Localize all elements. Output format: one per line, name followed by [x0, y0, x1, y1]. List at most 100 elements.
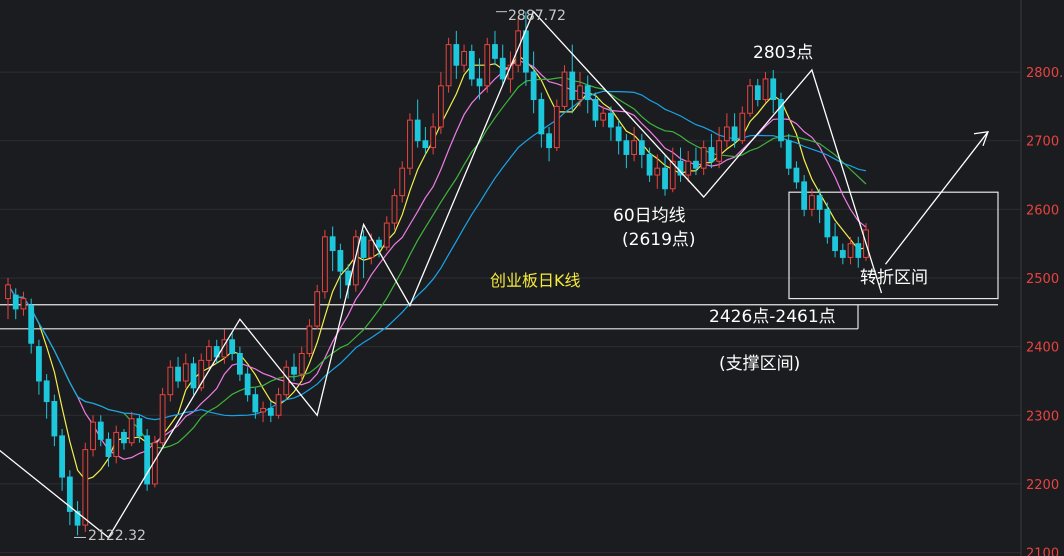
candle-body [793, 167, 800, 183]
candle-body [376, 239, 382, 248]
candle-body [291, 366, 297, 375]
candle-body [832, 236, 838, 252]
candle-body [306, 325, 313, 355]
candle-body [685, 160, 692, 176]
candle-body [59, 435, 66, 478]
candle [561, 65, 568, 110]
candle-body [569, 71, 576, 101]
candle-body [461, 50, 467, 66]
turn-zone-label: 转折区间 [860, 268, 928, 288]
candle [314, 284, 321, 330]
ma60-value: (2619点) [622, 230, 696, 250]
candle-body [608, 112, 614, 128]
candle-body [600, 112, 607, 121]
candle-body [762, 78, 769, 101]
candle-body [236, 353, 243, 375]
candle-body [816, 195, 823, 210]
candle-body [121, 431, 127, 444]
candle-body [175, 366, 181, 382]
candle-body [708, 147, 715, 162]
candle-body [700, 147, 707, 169]
candle-body [229, 339, 236, 355]
candle-body [206, 346, 212, 361]
candle-body [538, 99, 545, 135]
candle-body [561, 71, 568, 107]
candle-body [5, 284, 11, 300]
candle-body [747, 85, 753, 114]
candle-body [391, 195, 398, 224]
candle-body [113, 431, 120, 457]
candle-body [329, 236, 336, 252]
candle-body [839, 250, 846, 258]
candle-body [283, 366, 290, 396]
candle-body [592, 99, 599, 121]
candle-body [453, 44, 460, 66]
candle-body [584, 85, 591, 101]
candle [322, 229, 328, 299]
candle-body [646, 153, 653, 176]
candle-body [577, 85, 583, 101]
candle-body [437, 85, 444, 128]
candle-body [267, 407, 274, 416]
candle-body [82, 449, 89, 526]
candle-body [631, 140, 638, 155]
candle-body [546, 133, 552, 149]
candle-body [128, 418, 135, 444]
candle [553, 99, 560, 152]
candle-body [12, 294, 19, 310]
candle-body [314, 291, 321, 327]
candle [407, 113, 413, 176]
candle-body [182, 363, 189, 382]
low-label: 2122.32 [88, 528, 146, 544]
candle-body [492, 44, 498, 59]
candle-body [36, 346, 42, 382]
candle-body [638, 140, 645, 155]
ma60-label: 60日均线 [613, 206, 686, 226]
candle-body [383, 222, 390, 248]
candle-body [414, 119, 421, 142]
candle-body [824, 208, 831, 238]
candle-body [360, 236, 367, 258]
candle-body [275, 394, 282, 416]
y-tick-label: 2100 [1026, 547, 1059, 556]
candle-body [739, 112, 746, 142]
candle-body [51, 401, 58, 437]
candle-body [368, 239, 375, 258]
candle-body [252, 394, 259, 413]
candle [144, 429, 151, 491]
candle-body [476, 78, 483, 87]
candle-body [445, 44, 452, 87]
candle-body [808, 195, 815, 210]
candle-body [468, 50, 475, 80]
candle-body [190, 363, 197, 389]
candle-body [754, 85, 761, 101]
candle-body [337, 250, 344, 272]
candle-body [422, 140, 429, 149]
candle-body [43, 380, 50, 403]
high-label: 2887.72 [508, 8, 566, 24]
candle-body [801, 181, 808, 210]
candle-body [298, 353, 305, 375]
candle-body [260, 407, 266, 413]
candle-body [615, 126, 622, 142]
candle-body [167, 366, 174, 396]
y-tick-label: 2500 [1026, 272, 1059, 287]
y-tick-label: 2800. [1026, 66, 1063, 81]
candle [159, 387, 166, 447]
y-tick-label: 2600 [1026, 203, 1059, 218]
support-range-label: 2426点-2461点 [709, 307, 836, 327]
peak2-label: 2803点 [753, 43, 813, 63]
candle-body [105, 438, 112, 457]
candlestick-chart: 2100 2200 2300 2400 2500 2600 2700 2800. 2887.7… [0, 0, 1064, 556]
candle-body [855, 243, 862, 258]
candle-body [90, 421, 96, 451]
y-tick-label: 2200 [1026, 478, 1059, 493]
candle-body [785, 140, 792, 169]
y-tick-label: 2400 [1026, 341, 1059, 356]
candle-body [20, 298, 27, 310]
candle-body [407, 119, 413, 169]
candle-body [770, 78, 777, 101]
candle-body [716, 140, 723, 162]
candle-body [159, 394, 166, 444]
candle-body [97, 421, 104, 440]
